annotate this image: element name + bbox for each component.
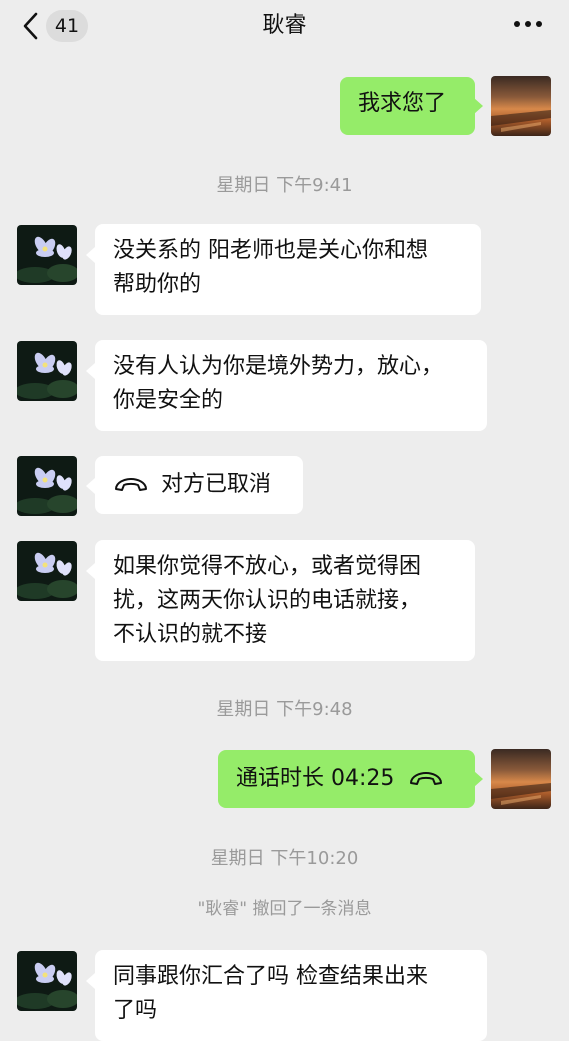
recall-notice: "耿睿" 撤回了一条消息 xyxy=(197,899,372,919)
message-bubble-incoming[interactable]: 没关系的 阳老师也是关心你和想 帮助你的 xyxy=(95,224,481,315)
phone-hangup-icon xyxy=(115,478,147,491)
bubble-tail xyxy=(86,478,95,494)
message-bubble-incoming[interactable]: 没有人认为你是境外势力，放心， 你是安全的 xyxy=(95,340,487,431)
avatar-contact[interactable] xyxy=(17,541,77,601)
bubble-tail xyxy=(86,973,95,989)
bubble-tail xyxy=(86,247,95,263)
avatar-contact[interactable] xyxy=(17,456,77,516)
call-bubble-cancelled[interactable]: 对方已取消 xyxy=(95,456,303,514)
call-duration-text: 通话时长 04:25 xyxy=(236,766,395,791)
message-bubble-incoming[interactable]: 同事跟你汇合了吗 检查结果出来 了吗 xyxy=(95,950,487,1041)
avatar-contact[interactable] xyxy=(17,951,77,1011)
bubble-tail xyxy=(86,363,95,379)
phone-hangup-icon xyxy=(410,772,443,785)
message-bubble-incoming[interactable]: 如果你觉得不放心，或者觉得困 扰，这两天你认识的电话就接， 不认识的就不接 xyxy=(95,540,475,661)
avatar-contact[interactable] xyxy=(17,341,77,401)
timestamp: 星期日 下午10:20 xyxy=(210,848,359,869)
avatar-contact[interactable] xyxy=(17,225,77,285)
bubble-tail xyxy=(474,771,483,787)
call-bubble-duration[interactable]: 通话时长 04:25 xyxy=(218,750,475,808)
more-dot xyxy=(536,21,542,27)
bubble-tail xyxy=(86,563,95,579)
chat-header: 41 耿睿 xyxy=(0,0,569,56)
chat-title: 耿睿 xyxy=(262,13,307,38)
more-dot xyxy=(525,21,531,27)
more-button[interactable] xyxy=(510,18,546,32)
avatar-self[interactable] xyxy=(491,749,551,809)
avatar-self[interactable] xyxy=(491,76,551,136)
more-dots-icon xyxy=(514,21,520,27)
bubble-tail xyxy=(474,98,483,114)
timestamp: 星期日 下午9:48 xyxy=(216,699,353,720)
call-status-text: 对方已取消 xyxy=(161,472,272,497)
timestamp: 星期日 下午9:41 xyxy=(216,175,353,196)
message-bubble-outgoing[interactable]: 我求您了 xyxy=(340,77,475,135)
